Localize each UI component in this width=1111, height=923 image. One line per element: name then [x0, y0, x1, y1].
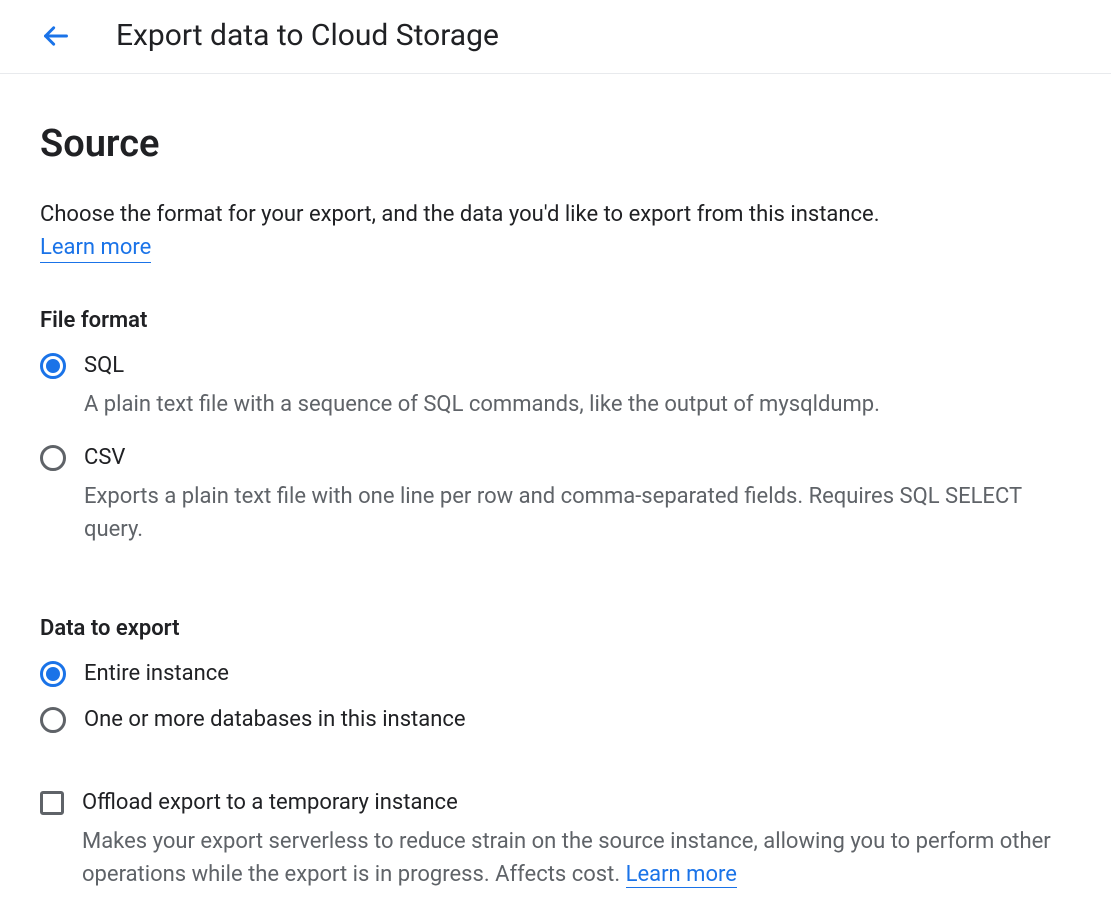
radio-indicator: [40, 445, 66, 471]
learn-more-link[interactable]: Learn more: [40, 235, 151, 263]
radio-content: CSV Exports a plain text file with one l…: [84, 443, 1071, 546]
checkbox-label: Offload export to a temporary instance: [82, 788, 1071, 819]
radio-label: SQL: [84, 351, 1071, 382]
source-heading: Source: [40, 122, 1071, 166]
page-title: Export data to Cloud Storage: [116, 18, 499, 53]
offload-learn-more-link[interactable]: Learn more: [626, 862, 737, 888]
data-to-export-heading: Data to export: [40, 616, 1071, 641]
radio-label: CSV: [84, 443, 1071, 474]
radio-content: SQL A plain text file with a sequence of…: [84, 351, 1071, 421]
back-button[interactable]: [40, 20, 72, 52]
radio-label: One or more databases in this instance: [84, 705, 1071, 736]
content-area: Source Choose the format for your export…: [0, 74, 1111, 923]
radio-description: Exports a plain text file with one line …: [84, 480, 1071, 546]
file-format-heading: File format: [40, 308, 1071, 333]
radio-indicator: [40, 661, 66, 687]
radio-option-entire-instance[interactable]: Entire instance: [40, 659, 1071, 690]
radio-indicator: [40, 353, 66, 379]
radio-description: A plain text file with a sequence of SQL…: [84, 388, 1071, 421]
file-format-group: SQL A plain text file with a sequence of…: [40, 351, 1071, 568]
radio-option-sql[interactable]: SQL A plain text file with a sequence of…: [40, 351, 1071, 421]
radio-label: Entire instance: [84, 659, 1071, 690]
radio-content: One or more databases in this instance: [84, 705, 1071, 736]
data-to-export-group: Entire instance One or more databases in…: [40, 659, 1071, 753]
radio-indicator: [40, 707, 66, 733]
radio-option-csv[interactable]: CSV Exports a plain text file with one l…: [40, 443, 1071, 546]
radio-content: Entire instance: [84, 659, 1071, 690]
checkbox-content: Offload export to a temporary instance M…: [82, 788, 1071, 891]
arrow-left-icon: [42, 22, 70, 50]
page-header: Export data to Cloud Storage: [0, 0, 1111, 74]
checkbox-description: Makes your export serverless to reduce s…: [82, 825, 1071, 891]
radio-option-databases[interactable]: One or more databases in this instance: [40, 705, 1071, 736]
checkbox-indicator: [40, 791, 64, 815]
offload-checkbox[interactable]: Offload export to a temporary instance M…: [40, 788, 1071, 891]
source-description: Choose the format for your export, and t…: [40, 198, 1071, 231]
